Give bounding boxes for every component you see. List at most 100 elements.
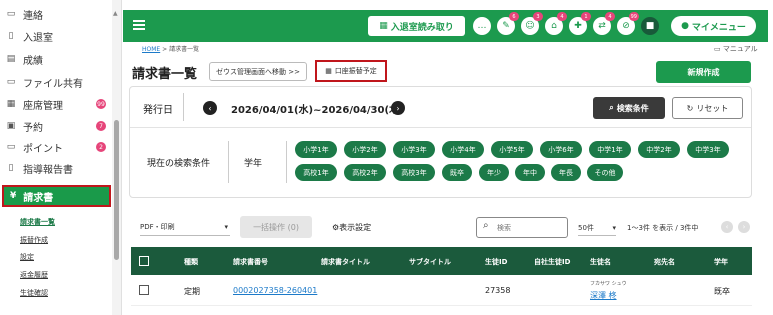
column-header[interactable]: 生徒ID — [485, 257, 507, 267]
column-header[interactable]: 自社生徒ID — [534, 257, 570, 267]
sidebar-scroll-thumb[interactable] — [114, 120, 119, 260]
breadcrumb-home[interactable]: HOME — [142, 46, 160, 53]
grade-label: 学年 — [244, 159, 263, 169]
grade-chip[interactable]: 小学1年 — [295, 141, 337, 158]
student-name-link[interactable]: 深澤 柊 — [590, 290, 617, 301]
sidebar-subitem-transfer-create[interactable]: 振替作成 — [20, 235, 48, 245]
prev-page-button[interactable]: ‹ — [721, 221, 733, 233]
sidebar-item-attendance[interactable]: ▯ 入退室 — [0, 26, 116, 46]
scroll-up-icon[interactable]: ▲ — [113, 10, 118, 17]
create-new-button[interactable]: 新規作成 — [656, 61, 751, 83]
select-all-checkbox[interactable] — [139, 256, 149, 266]
page-title: 請求書一覧 — [132, 67, 198, 82]
reset-button[interactable]: ↻ リセット — [672, 97, 743, 119]
next-month-button[interactable]: › — [391, 101, 405, 115]
badge: 99 — [628, 12, 639, 21]
sidebar-item-points[interactable]: ▭ ポイント 2 — [0, 137, 116, 157]
sidebar-item-seats[interactable]: ▦ 座席管理 99 — [0, 94, 116, 114]
grade-chip[interactable]: 年少 — [479, 164, 509, 181]
door-icon: ▯ — [8, 31, 14, 41]
divider — [183, 93, 184, 121]
sidebar-item-label: 成績 — [23, 55, 43, 67]
sidebar-item-reservation[interactable]: ▣ 予約 7 — [0, 116, 116, 136]
chat-bubble-icon[interactable]: … — [473, 17, 491, 35]
badge: 2 — [96, 142, 106, 152]
sidebar-item-label: ファイル共有 — [23, 78, 83, 90]
prev-month-button[interactable]: ‹ — [203, 101, 217, 115]
message-icon[interactable]: ■ — [641, 17, 659, 35]
chevron-down-icon: ▾ — [224, 222, 228, 231]
sidebar-item-guidance-report[interactable]: ▯ 指導報告書 — [0, 158, 116, 178]
grade-chip[interactable]: 中学1年 — [589, 141, 631, 158]
note-icon: ▯ — [8, 163, 14, 173]
grade-chip[interactable]: 小学3年 — [393, 141, 435, 158]
grade-chip[interactable]: 小学6年 — [540, 141, 582, 158]
per-page-select[interactable]: 50件 ▾ — [578, 221, 616, 236]
grade-chip[interactable]: 高校1年 — [295, 164, 337, 181]
grade-chip[interactable]: 既卒 — [442, 164, 472, 181]
grade-chip[interactable]: 年長 — [551, 164, 581, 181]
badge: 3 — [533, 12, 543, 21]
grade-chip[interactable]: 小学5年 — [491, 141, 533, 158]
account-transfer-schedule-button[interactable]: ▦ 口座振替予定 — [315, 60, 387, 82]
gift-icon[interactable]: ✚ 1 — [569, 12, 591, 35]
sidebar-item-label: 入退室 — [23, 32, 53, 44]
transfer-icon[interactable]: ⇄ 4 — [593, 12, 615, 35]
my-menu-button[interactable]: ● マイメニュー — [671, 16, 756, 36]
calendar-icon: ▣ — [6, 121, 16, 131]
sidebar-subitem-invoice-list[interactable]: 請求書一覧 — [20, 217, 55, 227]
clipboard-icon[interactable]: ✎ 6 — [497, 12, 519, 35]
search-button-label: 検索条件 — [616, 103, 649, 113]
search-conditions-button[interactable]: ⌕ 検索条件 — [593, 97, 665, 119]
block-icon[interactable]: ⊘ 99 — [617, 12, 639, 35]
invoice-number-link[interactable]: 0002027358-260401 — [233, 286, 317, 295]
hamburger-menu-icon[interactable] — [133, 20, 145, 30]
grade-chip[interactable]: 高校2年 — [344, 164, 386, 181]
sidebar-subitem-settings[interactable]: 設定 — [20, 252, 34, 262]
group-icon[interactable]: ☺ 3 — [521, 12, 543, 35]
grade-chip[interactable]: 中学2年 — [638, 141, 680, 158]
grade-chip[interactable]: 小学4年 — [442, 141, 484, 158]
batch-action-button[interactable]: 一括操作 (0) — [240, 216, 312, 238]
column-header[interactable]: 宛先名 — [654, 257, 675, 267]
result-count: 1〜3件 を表示 / 3件中 — [627, 224, 699, 232]
sidebar-subitem-refund-history[interactable]: 返金履歴 — [20, 270, 48, 280]
sidebar-item-grades[interactable]: ▤ 成績 — [0, 49, 116, 69]
column-header[interactable]: 種類 — [184, 257, 198, 267]
cell-grade: 既卒 — [714, 287, 730, 296]
next-page-button[interactable]: › — [738, 221, 750, 233]
sidebar-item-label: 予約 — [23, 122, 43, 134]
row-checkbox[interactable] — [139, 285, 149, 295]
grade-chip[interactable]: 年中 — [515, 164, 545, 181]
school-icon[interactable]: ⌂ 4 — [545, 12, 567, 35]
qr-scan-button[interactable]: ▦ 入退室読み取り — [368, 16, 465, 36]
breadcrumb-current: 請求書一覧 — [169, 46, 200, 53]
column-header[interactable]: 請求書タイトル — [321, 257, 370, 267]
badge: 1 — [581, 12, 591, 21]
manual-link[interactable]: ▭ マニュアル — [714, 44, 758, 54]
column-header[interactable]: 学年 — [714, 257, 728, 267]
reset-button-label: リセット — [696, 103, 729, 113]
column-header[interactable]: 請求書番号 — [233, 257, 268, 267]
search-icon: ⌕ — [609, 103, 614, 112]
sidebar-item-contact[interactable]: ▭ 連絡 — [0, 4, 116, 24]
sidebar-item-invoice[interactable]: ¥ 請求書 — [2, 185, 111, 207]
report-icon: ▤ — [6, 54, 16, 64]
grade-chip[interactable]: その他 — [587, 164, 623, 181]
point-icon: ▭ — [6, 142, 16, 152]
search-input[interactable] — [476, 217, 568, 238]
export-select[interactable]: PDF・印刷 ▾ — [140, 218, 230, 236]
sidebar-item-file-share[interactable]: ▭ ファイル共有 — [0, 72, 116, 92]
grade-chip[interactable]: 中学3年 — [687, 141, 729, 158]
grade-chip[interactable]: 高校3年 — [393, 164, 435, 181]
cell-type: 定期 — [184, 287, 200, 296]
display-settings-button[interactable]: ⚙表示設定 — [332, 222, 371, 233]
badge: 6 — [509, 12, 519, 21]
grade-chip[interactable]: 小学2年 — [344, 141, 386, 158]
column-header[interactable]: 生徒名 — [590, 257, 611, 267]
sidebar-item-label: 指導報告書 — [23, 164, 73, 176]
column-header[interactable]: サブタイトル — [409, 257, 451, 267]
sidebar-subitem-student-check[interactable]: 生徒確認 — [20, 288, 48, 298]
date-range: 2026/04/01(水)~2026/04/30(木) — [231, 105, 404, 116]
zeus-admin-button[interactable]: ゼウス管理画面へ移動 >> — [209, 62, 307, 81]
